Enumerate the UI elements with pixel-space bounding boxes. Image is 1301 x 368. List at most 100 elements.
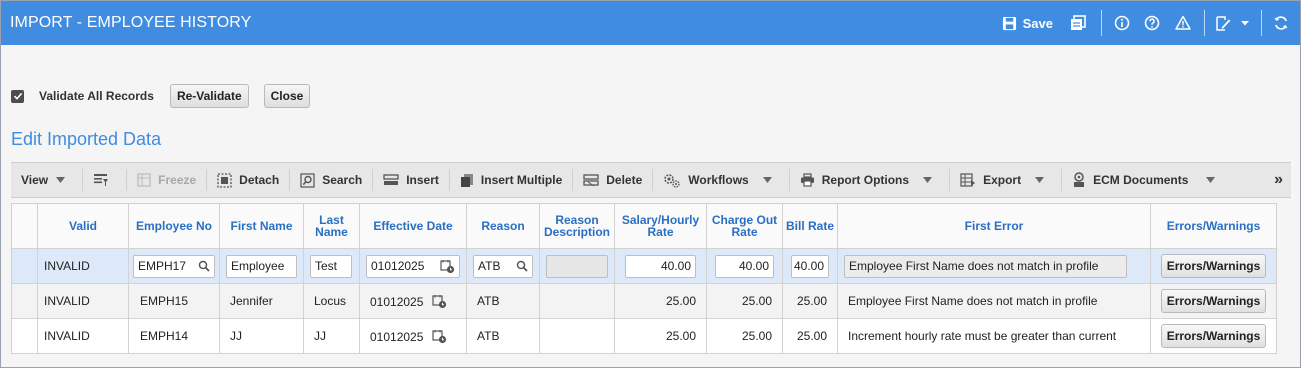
search-icon (300, 172, 315, 188)
refresh-icon (1274, 16, 1288, 30)
insert-multiple-button[interactable]: Insert Multiple (460, 162, 562, 198)
column-header-valid[interactable]: Valid (37, 203, 129, 249)
column-header-reason-description[interactable]: Reason Description (539, 203, 615, 249)
bill-rate-input[interactable]: 40.00 (791, 254, 829, 278)
column-header-last-name[interactable]: Last Name (303, 203, 360, 249)
help-button[interactable] (1136, 1, 1168, 45)
detach-button[interactable]: Detach (217, 162, 279, 198)
reason-input[interactable]: ATB (473, 254, 533, 278)
separator (206, 169, 208, 191)
bill-rate-value: 40.00 (793, 259, 824, 273)
export-menu[interactable]: Export (960, 162, 1051, 198)
charge-out-rate-input[interactable]: 40.00 (715, 254, 774, 278)
edit-button[interactable] (1211, 1, 1235, 45)
table-row[interactable]: INVALID EMPH17 Employee Test 01012025 AT… (11, 248, 1277, 284)
printer-icon (800, 173, 814, 187)
reason-cell[interactable]: ATB (466, 318, 540, 354)
column-header-errors-warnings[interactable]: Errors/Warnings (1150, 203, 1277, 249)
insert-icon (383, 174, 399, 185)
search-button[interactable]: Search (300, 162, 362, 198)
insert-multiple-label: Insert Multiple (480, 173, 563, 187)
first-name-cell[interactable]: Jennifer (219, 283, 304, 319)
bill-rate-cell[interactable]: 25.00 (782, 283, 838, 319)
save-label: Save (1022, 15, 1053, 31)
info-icon (1114, 15, 1130, 31)
employee-no-cell[interactable]: EMPH15 (128, 283, 220, 319)
calendar-clock-icon[interactable] (440, 259, 455, 274)
validate-all-label: Validate All Records (39, 89, 154, 103)
errors-warnings-button[interactable]: Errors/Warnings (1160, 254, 1267, 278)
salary-hourly-rate-cell[interactable]: 25.00 (614, 283, 707, 319)
column-header-bill-rate[interactable]: Bill Rate (782, 203, 838, 249)
calendar-clock-icon[interactable] (432, 329, 447, 344)
insert-button[interactable]: Insert (383, 162, 439, 198)
charge-out-rate-value: 40.00 (738, 259, 769, 273)
effective-date-value: 01012025 (370, 329, 424, 344)
refresh-button[interactable] (1268, 1, 1294, 45)
effective-date-cell[interactable]: 01012025 (359, 318, 467, 354)
filter-icon (94, 174, 109, 186)
title-bar: IMPORT - EMPLOYEE HISTORY Save (1, 1, 1300, 45)
last-name-input[interactable]: Test (310, 254, 352, 278)
salary-hourly-rate-input[interactable]: 40.00 (625, 254, 696, 278)
view-menu[interactable]: View (21, 162, 72, 198)
freeze-button[interactable]: Freeze (137, 162, 196, 198)
calendar-clock-icon[interactable] (432, 294, 447, 309)
effective-date-cell[interactable]: 01012025 (359, 283, 467, 319)
charge-out-rate-cell[interactable]: 25.00 (706, 283, 783, 319)
last-name-cell[interactable]: JJ (303, 318, 360, 354)
view-label: View (21, 173, 49, 187)
errors-warnings-button[interactable]: Errors/Warnings (1160, 289, 1267, 313)
column-header-effective-date[interactable]: Effective Date (359, 203, 467, 249)
table-row[interactable]: INVALID EMPH14 JJ JJ 01012025 ATB 25.00 … (11, 318, 1277, 354)
column-header-reason[interactable]: Reason (466, 203, 540, 249)
validate-all-checkbox[interactable] (11, 89, 24, 103)
filter-button[interactable] (93, 162, 116, 198)
column-header-employee-no[interactable]: Employee No (128, 203, 220, 249)
row-selector[interactable] (11, 318, 38, 354)
export-icon (960, 173, 976, 187)
reason-description-input (546, 254, 608, 278)
save-icon (1002, 16, 1016, 30)
chevron-down-icon (56, 177, 66, 183)
ecm-documents-icon (1074, 172, 1085, 187)
toolbar-overflow-button[interactable]: » (1274, 162, 1283, 198)
charge-out-rate-cell[interactable]: 25.00 (706, 318, 783, 354)
edit-dropdown-button[interactable] (1235, 1, 1255, 45)
delete-button[interactable]: Delete (583, 162, 642, 198)
effective-date-input[interactable]: 01012025 (366, 254, 460, 278)
bill-rate-cell[interactable]: 25.00 (782, 318, 838, 354)
first-name-input[interactable]: Employee (226, 254, 297, 278)
first-name-cell[interactable]: JJ (219, 318, 304, 354)
chevron-down-icon (1206, 177, 1216, 183)
save-button[interactable]: Save (1002, 1, 1061, 45)
last-name-cell[interactable]: Locus (303, 283, 360, 319)
column-header-first-error[interactable]: First Error (837, 203, 1151, 249)
report-options-menu[interactable]: Report Options (800, 162, 939, 198)
employee-no-input[interactable]: EMPH17 (133, 254, 215, 278)
lookup-icon[interactable] (198, 260, 210, 272)
workflows-menu[interactable]: Workflows (663, 162, 778, 198)
employee-no-cell: EMPH17 (128, 248, 220, 284)
column-header-salary-hourly-rate[interactable]: Salary/Hourly Rate (614, 203, 707, 249)
close-button[interactable]: Close (263, 84, 311, 108)
row-selector[interactable] (11, 248, 38, 284)
revalidate-button[interactable]: Re-Validate (169, 84, 249, 108)
table-row[interactable]: INVALID EMPH15 Jennifer Locus 01012025 A… (11, 283, 1277, 319)
ecm-documents-menu[interactable]: ECM Documents (1072, 162, 1222, 198)
employee-no-cell[interactable]: EMPH14 (128, 318, 220, 354)
first-error-value: Employee First Name does not match in pr… (849, 259, 1099, 273)
copy-button[interactable] (1061, 1, 1095, 45)
lookup-icon[interactable] (516, 260, 528, 272)
warning-button[interactable] (1168, 1, 1198, 45)
salary-hourly-rate-cell[interactable]: 25.00 (614, 318, 707, 354)
valid-cell: INVALID (37, 248, 129, 284)
row-selector[interactable] (11, 283, 38, 319)
info-button[interactable] (1108, 1, 1136, 45)
reason-cell[interactable]: ATB (466, 283, 540, 319)
grid-header-row: Valid Employee No First Name Last Name E… (11, 203, 1277, 249)
column-header-first-name[interactable]: First Name (219, 203, 304, 249)
errors-warnings-button[interactable]: Errors/Warnings (1160, 324, 1267, 348)
separator (1261, 10, 1262, 36)
column-header-charge-out-rate[interactable]: Charge Out Rate (706, 203, 783, 249)
